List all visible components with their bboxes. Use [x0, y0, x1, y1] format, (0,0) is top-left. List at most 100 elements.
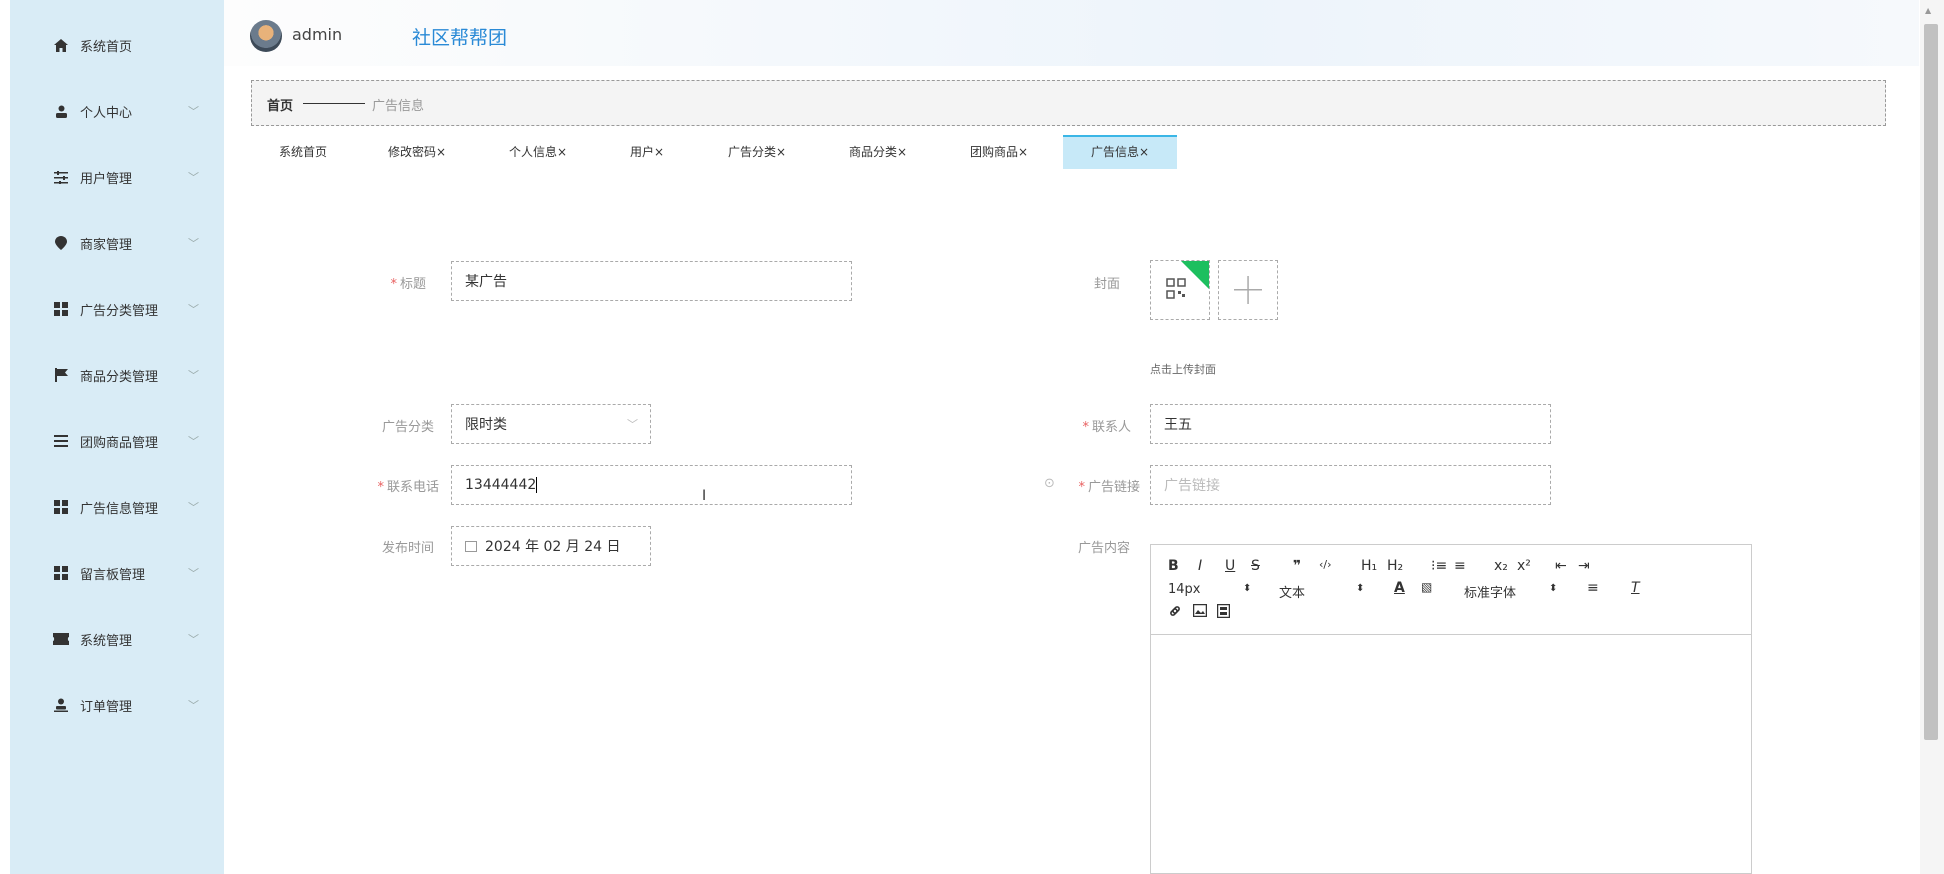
contact-label: * 联系人 [1082, 420, 1131, 435]
scrollbar-thumb[interactable] [1924, 24, 1938, 740]
phone-label: * 联系电话 [377, 480, 439, 495]
sidebar-item-ad-category-management[interactable]: 广告分类管理 ﹀ [10, 284, 224, 334]
superscript-button[interactable]: x² [1517, 558, 1531, 574]
chevron-down-icon: ﹀ [188, 369, 199, 382]
link-icon[interactable] [1168, 604, 1182, 622]
chevron-down-icon: ﹀ [188, 171, 199, 184]
avatar[interactable] [250, 20, 282, 52]
sidebar-item-label: 个人中心 [80, 105, 133, 121]
contact-input[interactable]: 王五 [1150, 404, 1551, 444]
font-size-select[interactable]: 14px [1168, 582, 1201, 597]
category-select[interactable]: 限时类 ﹀ [451, 404, 651, 444]
heading-select[interactable]: 文本 [1279, 582, 1305, 601]
title-label: * 标题 [390, 277, 426, 292]
chevron-down-icon: ﹀ [188, 501, 199, 514]
rich-text-editor[interactable]: B I U S ❞ ‹/› H₁ H₂ ⁝≡ ≡ x₂ x² ⇤ ⇥ 14px … [1150, 544, 1752, 874]
subscript-button[interactable]: x₂ [1494, 558, 1508, 574]
italic-button[interactable]: I [1198, 558, 1202, 574]
select-arrow-icon: ⬍ [1356, 583, 1365, 594]
breadcrumb-current: 广告信息 [372, 99, 425, 114]
code-block-button[interactable]: ‹/› [1319, 558, 1332, 571]
qr-code-icon [1165, 261, 1209, 303]
sidebar: 系统首页 个人中心 ﹀ 用户管理 ﹀ 商家管理 ﹀ 广告分类管理 ﹀ 商品分类管… [10, 0, 224, 874]
ibeam-cursor-icon: I [702, 488, 707, 504]
tab-home[interactable]: 系统首页 [279, 135, 327, 169]
sidebar-item-personal-center[interactable]: 个人中心 ﹀ [10, 86, 224, 136]
h2-button[interactable]: H₂ [1387, 558, 1403, 574]
tab-personal-info[interactable]: 个人信息× [509, 135, 567, 169]
font-color-button[interactable]: A [1394, 580, 1405, 596]
clear-format-button[interactable]: T [1631, 580, 1640, 596]
tab-ad-info[interactable]: 广告信息× [1063, 135, 1178, 169]
scroll-up-arrow-icon[interactable]: ▲ [1925, 6, 1931, 15]
sidebar-item-order-management[interactable]: 订单管理 ﹀ [10, 680, 224, 730]
tab-change-password[interactable]: 修改密码× [388, 135, 446, 169]
chevron-down-icon: ﹀ [188, 633, 199, 646]
breadcrumb [251, 80, 1886, 126]
sidebar-item-ad-info-management[interactable]: 广告信息管理 ﹀ [10, 482, 224, 532]
editor-toolbar: B I U S ❞ ‹/› H₁ H₂ ⁝≡ ≡ x₂ x² ⇤ ⇥ 14px … [1151, 545, 1751, 635]
cover-thumbnail[interactable] [1150, 260, 1210, 320]
sidebar-item-message-board-management[interactable]: 留言板管理 ﹀ [10, 548, 224, 598]
background-color-icon[interactable]: ▧ [1421, 580, 1432, 594]
indent-button[interactable]: ⇥ [1578, 558, 1590, 574]
sidebar-item-label: 系统管理 [80, 633, 133, 649]
username[interactable]: admin [292, 25, 342, 44]
content-label: 广告内容 [1077, 541, 1130, 556]
flag-icon [53, 367, 69, 383]
tab-user[interactable]: 用户× [630, 135, 664, 169]
sidebar-item-home[interactable]: 系统首页 [10, 20, 224, 70]
sidebar-item-group-goods-management[interactable]: 团购商品管理 ﹀ [10, 416, 224, 466]
calendar-icon [465, 540, 477, 552]
breadcrumb-home[interactable]: 首页 [267, 95, 293, 114]
cover-upload-hint: 点击上传封面 [1150, 363, 1216, 376]
bold-button[interactable]: B [1168, 558, 1179, 574]
select-arrow-icon: ⬍ [1243, 583, 1252, 594]
sidebar-item-goods-category-management[interactable]: 商品分类管理 ﹀ [10, 350, 224, 400]
strike-button[interactable]: S [1251, 558, 1260, 574]
underline-button[interactable]: U [1225, 558, 1235, 574]
tab-group-goods[interactable]: 团购商品× [970, 135, 1028, 169]
sidebar-item-user-management[interactable]: 用户管理 ﹀ [10, 152, 224, 202]
align-button[interactable]: ≡ [1587, 580, 1599, 596]
publish-time-picker[interactable]: 2024 年 02 月 24 日 [451, 526, 651, 566]
link-input[interactable]: 广告链接 [1150, 465, 1551, 505]
sidebar-item-merchant-management[interactable]: 商家管理 ﹀ [10, 218, 224, 268]
cover-upload-button[interactable] [1218, 260, 1278, 320]
ordered-list-button[interactable]: ⁝≡ [1431, 558, 1447, 574]
cover-label: 封面 [1093, 277, 1120, 292]
sidebar-item-label: 广告分类管理 [80, 303, 159, 319]
sidebar-item-label: 留言板管理 [80, 567, 146, 583]
grid-icon [53, 499, 69, 515]
app-title: 社区帮帮团 [412, 27, 508, 49]
publish-time-label: 发布时间 [381, 541, 434, 556]
home-icon [53, 37, 69, 53]
sidebar-item-system-management[interactable]: 系统管理 ﹀ [10, 614, 224, 664]
video-icon[interactable] [1216, 603, 1231, 622]
phone-input[interactable]: 13444442 [451, 465, 852, 505]
plus-icon [1234, 276, 1262, 304]
grid-icon [53, 565, 69, 581]
tab-goods-category[interactable]: 商品分类× [849, 135, 907, 169]
sidebar-item-label: 用户管理 [80, 171, 133, 187]
breadcrumb-separator [303, 103, 365, 104]
chevron-down-icon: ﹀ [188, 237, 199, 250]
blockquote-button[interactable]: ❞ [1293, 558, 1301, 574]
chevron-down-icon: ﹀ [627, 418, 638, 431]
select-arrow-icon: ⬍ [1549, 583, 1558, 594]
chevron-down-icon: ﹀ [188, 105, 199, 118]
bullet-list-button[interactable]: ≡ [1454, 558, 1466, 574]
title-input[interactable]: 某广告 [451, 261, 852, 301]
outdent-button[interactable]: ⇤ [1555, 558, 1567, 574]
sidebar-item-label: 广告信息管理 [80, 501, 159, 517]
font-family-select[interactable]: 标准字体 [1464, 582, 1516, 601]
link-label: * 广告链接 [1078, 480, 1140, 495]
tab-ad-category[interactable]: 广告分类× [728, 135, 786, 169]
chevron-down-icon: ﹀ [188, 435, 199, 448]
user-icon [53, 697, 69, 713]
user-icon [53, 103, 69, 119]
list-icon [53, 433, 69, 449]
h1-button[interactable]: H₁ [1361, 558, 1377, 574]
image-icon[interactable] [1192, 603, 1208, 621]
info-icon: ⊙ [1044, 476, 1055, 491]
